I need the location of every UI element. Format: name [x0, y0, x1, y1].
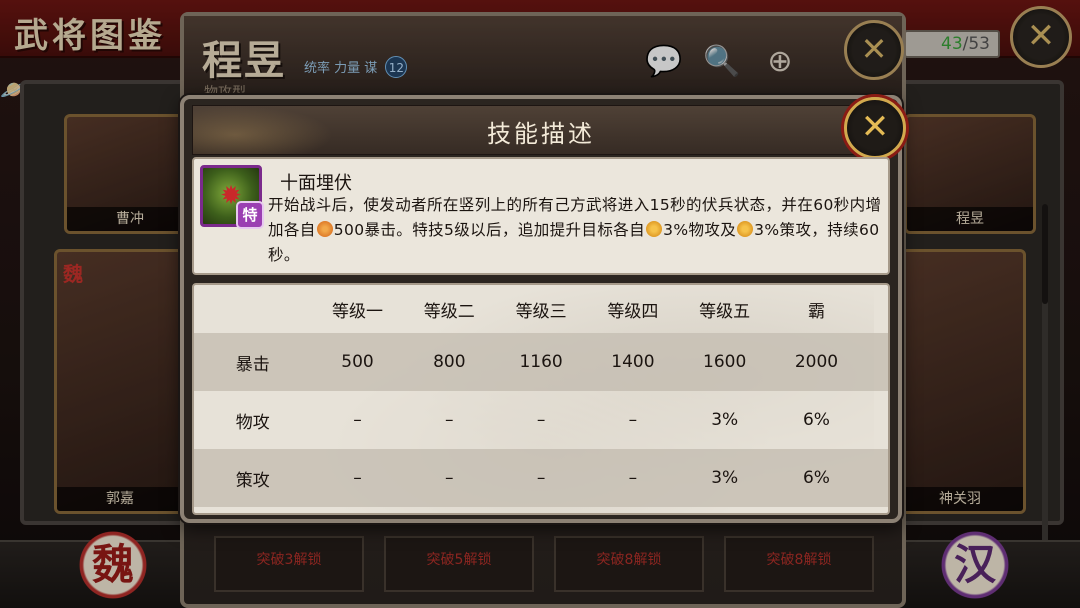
table-cell: –	[536, 410, 546, 430]
table-cell: –	[353, 468, 362, 488]
table-header-row: 等级一 等级二 等级三 等级四 等级五 霸	[194, 285, 888, 333]
table-header-cell	[862, 285, 888, 333]
skill-modal-title: 技能描述	[487, 120, 595, 148]
table-cell: 1	[862, 449, 888, 507]
strategy-attack-icon	[737, 221, 754, 237]
skill-description-box: ✹ 特 十面埋伏 开始战斗后，使发动者所在竖列上的所有己方武将进入15秒的伏兵状…	[192, 157, 890, 275]
table-cell: 1160	[519, 352, 563, 372]
table-header-cell: 等级二	[423, 301, 475, 322]
table-cell: –	[628, 468, 638, 488]
skill-effect-text: 开始战斗后，使发动者所在竖列上的所有己方武将进入15秒的伏兵状态，并在60秒内增…	[268, 193, 886, 268]
skill-description-modal: 技能描述 ✕ ✹ 特 十面埋伏 开始战斗后，使发动者所在竖列上的所有己方武将进入…	[180, 95, 906, 523]
crit-stat-icon	[316, 221, 333, 237]
table-cell: 1400	[611, 352, 655, 372]
table-cell: 3%	[711, 468, 739, 488]
skill-special-tag: 特	[236, 201, 264, 229]
table-row: 暴击 500 800 1160 1400 1600 2000 2	[194, 333, 888, 391]
table-row: 物攻 – – – – 3% 6% 1	[194, 391, 888, 449]
skill-modal-close-button[interactable]: ✕	[844, 97, 906, 159]
table-row: 策攻 – – – – 3% 6% 1	[194, 449, 888, 507]
physical-attack-icon	[646, 221, 663, 237]
table-cell: 500	[341, 352, 374, 372]
table-header-cell: 等级四	[607, 301, 659, 322]
skill-level-table[interactable]: 等级一 等级二 等级三 等级四 等级五 霸 暴击 500 800 1160 14…	[192, 283, 890, 515]
table-header-cell: 等级三	[515, 301, 567, 322]
skill-text-part: 3%物攻及	[663, 221, 737, 239]
table-header-cell	[194, 285, 312, 333]
table-cell: 800	[433, 352, 466, 372]
table-cell: 3%	[711, 410, 739, 430]
table-cell: 6%	[802, 410, 830, 430]
level-stats-table: 等级一 等级二 等级三 等级四 等级五 霸 暴击 500 800 1160 14…	[194, 285, 888, 507]
table-header-cell: 等级五	[699, 301, 751, 322]
table-cell: –	[628, 410, 638, 430]
skill-modal-header: 技能描述	[192, 105, 890, 155]
table-header-cell: 霸	[807, 301, 825, 322]
table-header-cell: 等级一	[331, 301, 383, 322]
table-cell: 6%	[802, 468, 830, 488]
table-cell: 1600	[703, 352, 747, 372]
skill-name: 十面埋伏	[280, 173, 352, 194]
table-cell: –	[536, 468, 546, 488]
table-cell: –	[353, 410, 362, 430]
table-cell: 2000	[794, 352, 839, 372]
table-cell: 2	[862, 333, 888, 391]
row-label: 物攻	[235, 412, 270, 433]
row-label: 暴击	[235, 354, 270, 375]
row-label: 策攻	[235, 470, 270, 491]
table-cell: 1	[862, 391, 888, 449]
skill-text-part: 500暴击。特技5级以后，追加提升目标各自	[333, 221, 646, 239]
table-cell: –	[445, 468, 454, 488]
table-cell: –	[445, 410, 454, 430]
